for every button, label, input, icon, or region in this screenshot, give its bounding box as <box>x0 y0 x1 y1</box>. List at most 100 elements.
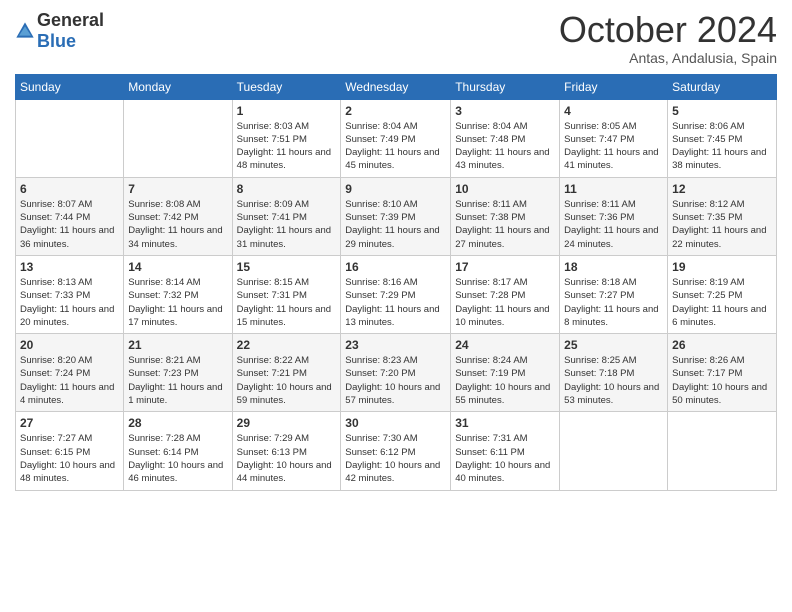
day-info: Sunrise: 8:05 AMSunset: 7:47 PMDaylight:… <box>564 120 663 173</box>
calendar-cell: 4 Sunrise: 8:05 AMSunset: 7:47 PMDaylight… <box>560 99 668 177</box>
day-number: 2 <box>345 104 446 118</box>
day-number: 14 <box>128 260 227 274</box>
day-number: 4 <box>564 104 663 118</box>
calendar-header-sunday: Sunday <box>16 74 124 99</box>
calendar-cell: 25 Sunrise: 8:25 AMSunset: 7:18 PMDayligh… <box>560 334 668 412</box>
calendar-cell: 8Sunrise: 8:09 AMSunset: 7:41 PMDaylight… <box>232 177 341 255</box>
location-subtitle: Antas, Andalusia, Spain <box>559 50 777 66</box>
day-number: 31 <box>455 416 555 430</box>
day-number: 27 <box>20 416 119 430</box>
calendar-cell: 5Sunrise: 8:06 AMSunset: 7:45 PMDaylight… <box>668 99 777 177</box>
calendar-cell: 30 Sunrise: 7:30 AMSunset: 6:12 PMDayligh… <box>341 412 451 490</box>
calendar-table: SundayMondayTuesdayWednesdayThursdayFrid… <box>15 74 777 491</box>
day-info: Sunrise: 8:25 AMSunset: 7:18 PMDaylight:… <box>564 354 663 407</box>
day-info: Sunrise: 8:16 AMSunset: 7:29 PMDaylight:… <box>345 276 446 329</box>
day-info: Sunrise: 8:13 AMSunset: 7:33 PMDaylight:… <box>20 276 119 329</box>
logo-icon <box>15 21 35 41</box>
page-container: General Blue October 2024 Antas, Andalus… <box>0 0 792 612</box>
calendar-week-row: 6Sunrise: 8:07 AMSunset: 7:44 PMDaylight… <box>16 177 777 255</box>
day-info: Sunrise: 8:10 AMSunset: 7:39 PMDaylight:… <box>345 198 446 251</box>
day-info: Sunrise: 7:31 AMSunset: 6:11 PMDaylight:… <box>455 432 555 485</box>
calendar-cell: 19 Sunrise: 8:19 AMSunset: 7:25 PMDayligh… <box>668 255 777 333</box>
title-block: October 2024 Antas, Andalusia, Spain <box>559 10 777 66</box>
day-number: 21 <box>128 338 227 352</box>
calendar-cell: 26 Sunrise: 8:26 AMSunset: 7:17 PMDayligh… <box>668 334 777 412</box>
day-number: 16 <box>345 260 446 274</box>
calendar-header-wednesday: Wednesday <box>341 74 451 99</box>
day-info: Sunrise: 7:28 AMSunset: 6:14 PMDaylight:… <box>128 432 227 485</box>
logo-text-general: General <box>37 10 104 30</box>
calendar-cell: 22Sunrise: 8:22 AMSunset: 7:21 PMDayligh… <box>232 334 341 412</box>
day-info: Sunrise: 8:11 AMSunset: 7:36 PMDaylight:… <box>564 198 663 251</box>
calendar-cell: 16 Sunrise: 8:16 AMSunset: 7:29 PMDayligh… <box>341 255 451 333</box>
calendar-cell: 11 Sunrise: 8:11 AMSunset: 7:36 PMDayligh… <box>560 177 668 255</box>
day-info: Sunrise: 8:04 AMSunset: 7:49 PMDaylight:… <box>345 120 446 173</box>
day-number: 15 <box>237 260 337 274</box>
day-number: 11 <box>564 182 663 196</box>
day-info: Sunrise: 8:19 AMSunset: 7:25 PMDaylight:… <box>672 276 772 329</box>
day-info: Sunrise: 8:18 AMSunset: 7:27 PMDaylight:… <box>564 276 663 329</box>
calendar-cell: 3Sunrise: 8:04 AMSunset: 7:48 PMDaylight… <box>451 99 560 177</box>
calendar-cell: 21 Sunrise: 8:21 AMSunset: 7:23 PMDayligh… <box>124 334 232 412</box>
calendar-cell <box>124 99 232 177</box>
day-info: Sunrise: 7:30 AMSunset: 6:12 PMDaylight:… <box>345 432 446 485</box>
day-number: 17 <box>455 260 555 274</box>
calendar-cell: 24Sunrise: 8:24 AMSunset: 7:19 PMDayligh… <box>451 334 560 412</box>
calendar-header-row: SundayMondayTuesdayWednesdayThursdayFrid… <box>16 74 777 99</box>
calendar-cell: 14 Sunrise: 8:14 AMSunset: 7:32 PMDayligh… <box>124 255 232 333</box>
day-number: 29 <box>237 416 337 430</box>
day-number: 28 <box>128 416 227 430</box>
calendar-cell: 27Sunrise: 7:27 AMSunset: 6:15 PMDayligh… <box>16 412 124 490</box>
day-info: Sunrise: 8:23 AMSunset: 7:20 PMDaylight:… <box>345 354 446 407</box>
day-info: Sunrise: 8:26 AMSunset: 7:17 PMDaylight:… <box>672 354 772 407</box>
day-info: Sunrise: 8:21 AMSunset: 7:23 PMDaylight:… <box>128 354 227 407</box>
calendar-week-row: 27Sunrise: 7:27 AMSunset: 6:15 PMDayligh… <box>16 412 777 490</box>
day-info: Sunrise: 8:11 AMSunset: 7:38 PMDaylight:… <box>455 198 555 251</box>
calendar-cell: 17Sunrise: 8:17 AMSunset: 7:28 PMDayligh… <box>451 255 560 333</box>
day-info: Sunrise: 8:08 AMSunset: 7:42 PMDaylight:… <box>128 198 227 251</box>
header: General Blue October 2024 Antas, Andalus… <box>15 10 777 66</box>
day-info: Sunrise: 8:15 AMSunset: 7:31 PMDaylight:… <box>237 276 337 329</box>
calendar-cell: 15 Sunrise: 8:15 AMSunset: 7:31 PMDayligh… <box>232 255 341 333</box>
day-number: 23 <box>345 338 446 352</box>
calendar-cell: 6Sunrise: 8:07 AMSunset: 7:44 PMDaylight… <box>16 177 124 255</box>
day-info: Sunrise: 8:14 AMSunset: 7:32 PMDaylight:… <box>128 276 227 329</box>
logo-text-blue: Blue <box>37 31 76 51</box>
day-number: 18 <box>564 260 663 274</box>
day-number: 6 <box>20 182 119 196</box>
day-number: 30 <box>345 416 446 430</box>
day-info: Sunrise: 8:09 AMSunset: 7:41 PMDaylight:… <box>237 198 337 251</box>
calendar-cell: 29Sunrise: 7:29 AMSunset: 6:13 PMDayligh… <box>232 412 341 490</box>
calendar-cell: 13 Sunrise: 8:13 AMSunset: 7:33 PMDayligh… <box>16 255 124 333</box>
day-number: 10 <box>455 182 555 196</box>
calendar-cell: 7Sunrise: 8:08 AMSunset: 7:42 PMDaylight… <box>124 177 232 255</box>
calendar-cell: 28 Sunrise: 7:28 AMSunset: 6:14 PMDayligh… <box>124 412 232 490</box>
day-number: 20 <box>20 338 119 352</box>
calendar-cell <box>668 412 777 490</box>
day-number: 13 <box>20 260 119 274</box>
calendar-body: 1Sunrise: 8:03 AMSunset: 7:51 PMDaylight… <box>16 99 777 490</box>
calendar-header-monday: Monday <box>124 74 232 99</box>
calendar-header-friday: Friday <box>560 74 668 99</box>
calendar-cell <box>16 99 124 177</box>
calendar-cell: 2 Sunrise: 8:04 AMSunset: 7:49 PMDaylight… <box>341 99 451 177</box>
calendar-header-tuesday: Tuesday <box>232 74 341 99</box>
day-info: Sunrise: 8:24 AMSunset: 7:19 PMDaylight:… <box>455 354 555 407</box>
calendar-header-saturday: Saturday <box>668 74 777 99</box>
calendar-cell: 10 Sunrise: 8:11 AMSunset: 7:38 PMDayligh… <box>451 177 560 255</box>
day-info: Sunrise: 8:12 AMSunset: 7:35 PMDaylight:… <box>672 198 772 251</box>
day-info: Sunrise: 8:22 AMSunset: 7:21 PMDaylight:… <box>237 354 337 407</box>
day-info: Sunrise: 8:20 AMSunset: 7:24 PMDaylight:… <box>20 354 119 407</box>
day-number: 25 <box>564 338 663 352</box>
logo: General Blue <box>15 10 104 52</box>
calendar-week-row: 20 Sunrise: 8:20 AMSunset: 7:24 PMDayligh… <box>16 334 777 412</box>
calendar-cell: 20 Sunrise: 8:20 AMSunset: 7:24 PMDayligh… <box>16 334 124 412</box>
calendar-week-row: 1Sunrise: 8:03 AMSunset: 7:51 PMDaylight… <box>16 99 777 177</box>
calendar-cell: 31 Sunrise: 7:31 AMSunset: 6:11 PMDayligh… <box>451 412 560 490</box>
day-number: 12 <box>672 182 772 196</box>
day-number: 26 <box>672 338 772 352</box>
calendar-cell: 23 Sunrise: 8:23 AMSunset: 7:20 PMDayligh… <box>341 334 451 412</box>
calendar-cell: 9Sunrise: 8:10 AMSunset: 7:39 PMDaylight… <box>341 177 451 255</box>
day-number: 19 <box>672 260 772 274</box>
day-info: Sunrise: 8:03 AMSunset: 7:51 PMDaylight:… <box>237 120 337 173</box>
